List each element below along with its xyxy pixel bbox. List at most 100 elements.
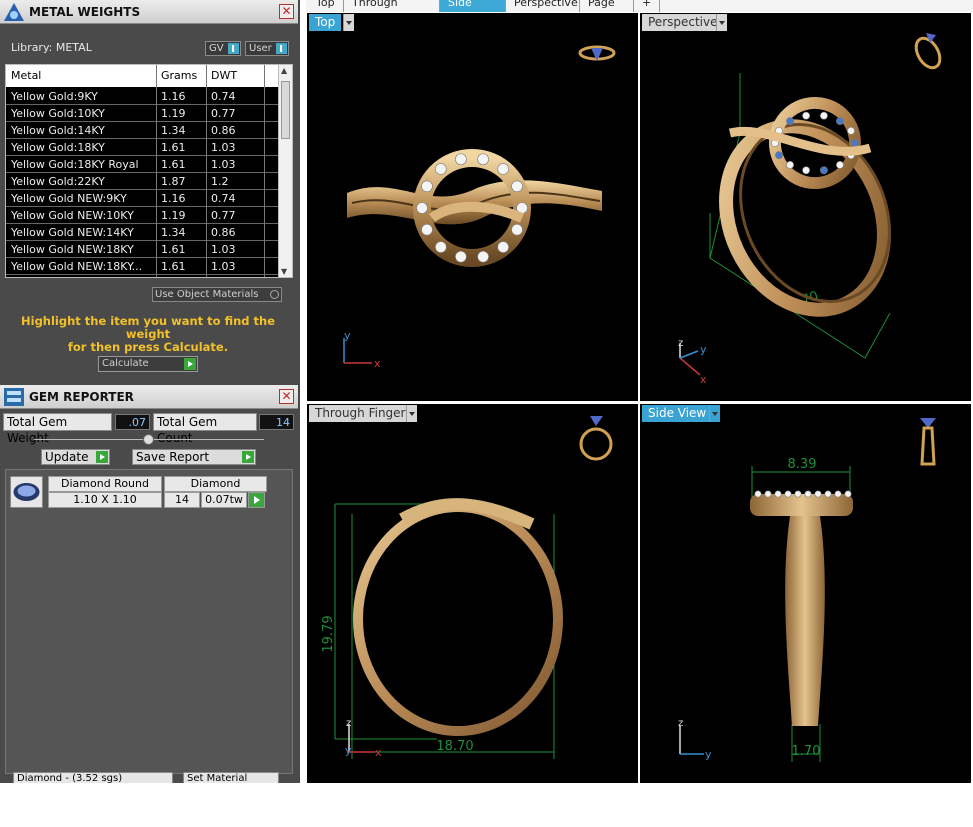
side-bottom-dimension: 1.70 xyxy=(792,744,821,759)
gem-stone xyxy=(416,202,428,214)
left-panel: METAL WEIGHTS ✕ Library: METAL GV User M… xyxy=(0,0,300,783)
perspective-view-canvas: 1.70 z y x xyxy=(678,33,942,386)
scroll-up-icon[interactable]: ▲ xyxy=(281,66,287,75)
viewport-side-view[interactable]: 8.39 1.70 z y Side View xyxy=(640,404,971,783)
metal-cell: Yellow Gold NEW:18KY... xyxy=(11,260,143,273)
slider-handle[interactable] xyxy=(143,434,154,445)
gv-toggle[interactable]: GV xyxy=(205,41,241,56)
gem-stone xyxy=(836,117,844,126)
table-row[interactable]: Yellow Gold NEW:14KY 1.34 0.86 xyxy=(6,224,278,241)
metal-cell: Yellow Gold:9KY xyxy=(11,90,98,103)
table-row[interactable]: Yellow Gold:22KY 1.87 1.2 xyxy=(6,173,278,190)
viewport-through-finger-label[interactable]: Through Finger xyxy=(309,405,412,422)
side-top-dimension: 8.39 xyxy=(788,457,817,472)
col-metal[interactable]: Metal xyxy=(11,69,41,82)
metal-cell: Yellow Gold NEW:9KY xyxy=(11,192,127,205)
scroll-down-icon[interactable]: ▼ xyxy=(281,267,287,276)
viewport-side-view-label[interactable]: Side View xyxy=(642,405,713,422)
gem-stone xyxy=(455,250,467,263)
top-thumbnail-icon xyxy=(578,45,616,61)
table-row[interactable]: Yellow Gold:10KY 1.19 0.77 xyxy=(6,105,278,122)
col-dwt[interactable]: DWT xyxy=(211,69,237,82)
gem-stone xyxy=(421,223,433,236)
gem-stone xyxy=(851,139,859,147)
tab-through-finger[interactable]: Through Finger xyxy=(344,0,440,12)
gem-stone xyxy=(824,490,832,498)
dwt-cell: 1.03 xyxy=(211,158,236,171)
gem-stone xyxy=(435,241,447,253)
table-row[interactable]: Yellow Gold NEW:10KY 1.19 0.77 xyxy=(6,207,278,224)
tab-side-view[interactable]: Side View xyxy=(440,0,506,12)
save-report-label: Save Report xyxy=(136,450,210,464)
gem-stone xyxy=(814,490,822,498)
chevron-down-icon[interactable] xyxy=(343,14,354,31)
gem-stone xyxy=(775,151,783,160)
grams-cell: 1.87 xyxy=(161,175,186,188)
save-report-button[interactable]: Save Report xyxy=(132,449,256,465)
tab-perspective[interactable]: Perspective xyxy=(506,0,580,12)
calculate-button[interactable]: Calculate xyxy=(98,356,198,372)
table-row[interactable]: Yellow Gold NEW:18KY... 1.61 1.03 xyxy=(6,258,278,275)
table-row[interactable]: Yellow Gold NEW:9KY 1.16 0.74 xyxy=(6,190,278,207)
table-row[interactable]: Yellow Gold:9KY 1.16 0.74 xyxy=(6,88,278,105)
tab-top[interactable]: Top xyxy=(308,0,344,12)
gem-stone xyxy=(754,490,762,498)
user-label: User xyxy=(249,43,272,54)
gem-select-button[interactable] xyxy=(248,492,265,508)
play-icon xyxy=(184,358,196,370)
viewport-through-finger[interactable]: 19.79 18.70 z y x Through Finger xyxy=(307,404,638,783)
gem-name: Diamond Round xyxy=(48,476,162,492)
gem-row-icon[interactable] xyxy=(10,476,43,508)
table-row[interactable]: Yellow Gold NEW:18KY 1.61 1.03 xyxy=(6,241,278,258)
dwt-cell: 1.03 xyxy=(211,243,236,256)
viewport-top-label[interactable]: Top xyxy=(309,14,342,31)
chevron-down-icon[interactable] xyxy=(716,14,727,31)
scroll-thumb[interactable] xyxy=(281,81,290,139)
gem-stone xyxy=(774,490,782,498)
axis-z-label: z xyxy=(346,718,351,729)
axis-indicator: z y xyxy=(678,718,712,761)
axis-y-label: y xyxy=(344,329,351,342)
metal-cell: Yellow Gold NEW:14KY xyxy=(11,226,134,239)
hint-line-1: Highlight the item you want to find the … xyxy=(21,314,275,341)
viewport-perspective[interactable]: 1.70 z y x Perspective xyxy=(640,13,971,401)
dwt-cell: 0.77 xyxy=(211,209,236,222)
tab-page-1[interactable]: Page 1 xyxy=(580,0,634,12)
chevron-down-icon[interactable] xyxy=(406,405,417,422)
grams-cell: 1.61 xyxy=(161,260,186,273)
grams-cell: 1.34 xyxy=(161,124,186,137)
use-object-materials-checkbox[interactable]: Use Object Materials xyxy=(152,287,282,302)
viewport-top[interactable]: y x Top xyxy=(307,13,638,401)
table-row[interactable]: Yellow Gold:18KY Royal 1.61 1.03 xyxy=(6,156,278,173)
table-row[interactable]: Yellow Gold:18KY 1.61 1.03 xyxy=(6,139,278,156)
gem-stone xyxy=(786,160,794,169)
close-gem-reporter-button[interactable]: ✕ xyxy=(279,389,294,404)
viewport-perspective-label[interactable]: Perspective xyxy=(642,14,724,31)
chevron-down-icon[interactable] xyxy=(709,405,720,422)
metal-table-scrollbar[interactable]: ▲ ▼ xyxy=(278,65,292,277)
gem-stone xyxy=(786,117,794,126)
total-gem-count-label: Total Gem Count xyxy=(153,413,257,445)
page-tabs: TopThrough FingerSide ViewPerspectivePag… xyxy=(306,0,973,12)
add-tab-icon[interactable]: + xyxy=(634,0,660,12)
metal-cell: Yellow Gold NEW:10KY xyxy=(11,209,134,222)
table-row[interactable]: Yellow Gold:14KY 1.34 0.86 xyxy=(6,122,278,139)
round-diamond-icon xyxy=(13,483,40,501)
gem-stone xyxy=(844,490,852,498)
update-button[interactable]: Update xyxy=(41,449,110,465)
dimension-box xyxy=(709,73,891,359)
metal-cell: Yellow Gold:10KY xyxy=(11,107,105,120)
user-toggle[interactable]: User xyxy=(245,41,289,56)
dwt-cell: 0.77 xyxy=(211,107,236,120)
close-metal-weights-button[interactable]: ✕ xyxy=(279,4,294,19)
total-gem-count-value: 14 xyxy=(259,414,294,430)
gem-stone xyxy=(820,166,828,175)
dwt-cell: 0.74 xyxy=(211,192,236,205)
metal-table: Metal Grams DWT Yellow Gold:9KY 1.16 0.74 Y… xyxy=(5,64,293,278)
grams-cell: 1.34 xyxy=(161,226,186,239)
col-grams[interactable]: Grams xyxy=(161,69,197,82)
set-material-button[interactable]: Set Material xyxy=(183,772,279,783)
ring-through-render xyxy=(353,498,563,736)
material-select[interactable]: Diamond - (3.52 sgs) xyxy=(13,772,173,783)
through-thumbnail-icon xyxy=(579,416,613,461)
